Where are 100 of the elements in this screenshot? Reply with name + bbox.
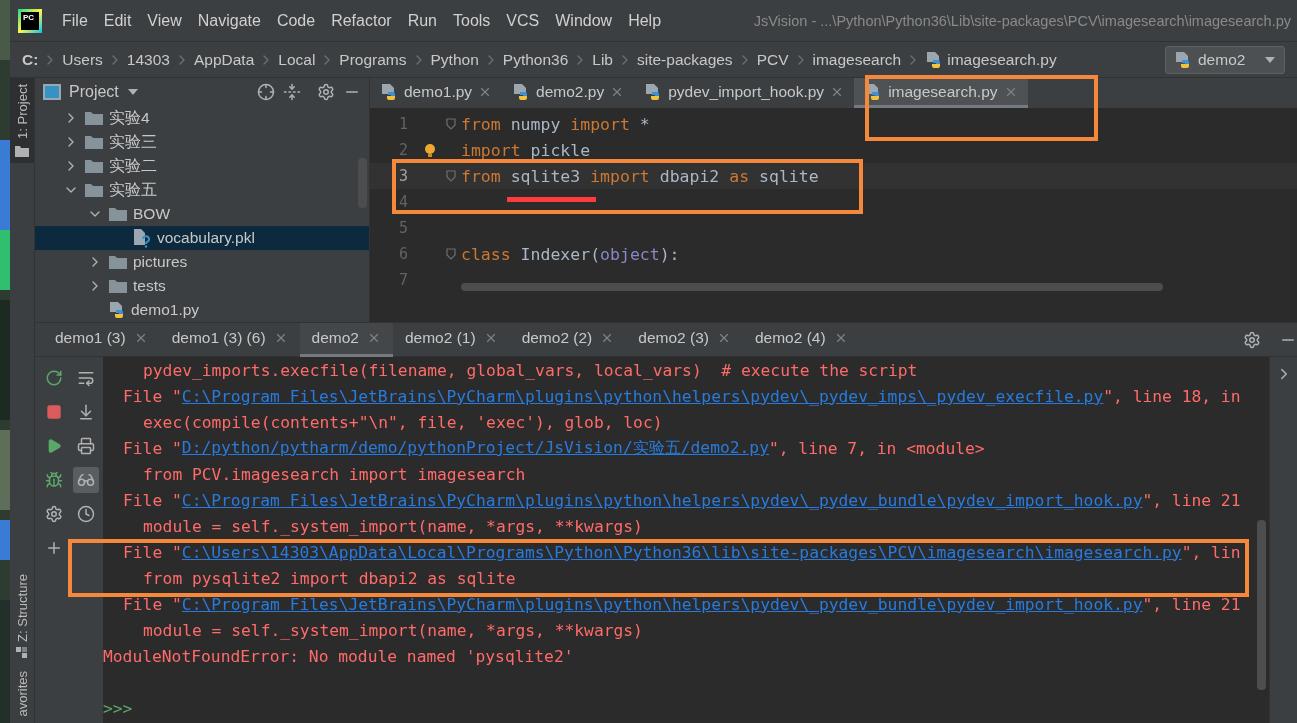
line-number: 1 (397, 115, 408, 133)
tool-window-tab[interactable]: avorites (10, 665, 34, 723)
menu-item[interactable]: Window (547, 11, 621, 30)
breadcrumb-item[interactable]: Programs (339, 50, 407, 69)
console-text: ", lin (1181, 542, 1241, 562)
tree-item[interactable]: 实验二 (35, 154, 369, 178)
code-line: from numpy import * (461, 114, 650, 134)
menu-item[interactable]: Help (620, 11, 670, 30)
tree-item[interactable]: vocabulary.pkl (35, 226, 369, 250)
tree-item[interactable]: 实验五 (35, 178, 369, 202)
editor-tab[interactable]: demo2.py (502, 78, 635, 108)
run-tab[interactable]: demo2 (2) (509, 322, 627, 357)
console-text: pydev_imports.execfile(filename, global_vars, local_vars) # execute the script (143, 360, 918, 380)
console-text: ", line 21 (1142, 594, 1241, 614)
folder-icon (108, 278, 128, 294)
menu-item[interactable]: View (139, 11, 190, 30)
python-file-icon (380, 82, 398, 101)
editor-tab[interactable]: pydev_import_hook.py (634, 78, 855, 108)
locate-icon[interactable] (257, 83, 275, 101)
tool-window-tab[interactable]: Z: Structure (10, 567, 34, 666)
run-config-dropdown[interactable]: demo2 (1165, 45, 1285, 74)
plus-icon (45, 539, 63, 557)
panel-title[interactable]: Project (69, 83, 119, 101)
console-text: from PCV.imagesearch import imagesearch (143, 464, 526, 484)
console-text: ", line 21 (1142, 490, 1241, 510)
caret-icon (1264, 55, 1276, 64)
file-link[interactable]: C:\Program Files\JetBrains\PyCharm\plugins\python\helpers\pydev\_pydev_bundle\pydev_import_hook.py (181, 594, 1143, 614)
tree-item[interactable]: demo1.py (35, 298, 369, 322)
menu-item[interactable]: Refactor (323, 11, 400, 30)
breadcrumb-item[interactable]: site-packages (637, 50, 733, 69)
breadcrumb-item[interactable]: C: (22, 50, 39, 69)
breadcrumb-item[interactable]: Lib (592, 50, 613, 69)
menu-item[interactable]: Edit (95, 11, 140, 30)
breadcrumb-item[interactable]: Local (278, 50, 316, 69)
line-number: 7 (397, 271, 408, 289)
editor-tab[interactable]: demo1.py (370, 78, 503, 108)
glasses-icon (77, 471, 95, 489)
run-tab[interactable]: demo2 (4) (742, 322, 860, 357)
file-link[interactable]: C:\Program Files\JetBrains\PyCharm\plugins\python\helpers\pydev\_pydev_imps\_pydev_execfile.py (181, 386, 1104, 406)
settings-icon[interactable] (1243, 330, 1261, 349)
run-tab[interactable]: demo2 (3) (626, 322, 743, 357)
menu-item[interactable]: Run (399, 11, 445, 30)
tree-item-label: tests (133, 277, 166, 295)
line-number: 3 (397, 167, 408, 185)
glasses-button[interactable] (73, 467, 99, 493)
tree-item[interactable]: 实验4 (35, 106, 369, 130)
tree-item-label: 实验三 (109, 131, 157, 152)
console-text: ModuleNotFoundError: No module named 'pysqlite2' (103, 646, 574, 666)
python-file-icon (1174, 50, 1192, 69)
breadcrumb-item[interactable]: 14303 (126, 50, 170, 69)
breadcrumb-item[interactable]: Python36 (502, 50, 569, 69)
run-tab[interactable]: demo1 (3) (43, 322, 160, 357)
tree-item-label: 实验五 (109, 179, 157, 200)
folder-icon (108, 206, 128, 222)
folder-icon (84, 110, 104, 126)
breadcrumb-item[interactable]: imagesearch.py (947, 50, 1057, 69)
breadcrumb-item[interactable]: imagesearch (812, 50, 902, 69)
soft-wrap-icon (77, 369, 95, 387)
editor-tab[interactable]: imagesearch.py (854, 78, 1028, 108)
code-line: import pickle (461, 140, 591, 160)
run-tab[interactable]: demo1 (3) (6) (159, 322, 300, 357)
line-number: 6 (397, 245, 408, 263)
breadcrumb-item[interactable]: Users (62, 50, 103, 69)
file-link[interactable]: C:\Program Files\JetBrains\PyCharm\plugins\python\helpers\pydev\_pydev_bundle\pydev_import_hook.py (181, 490, 1143, 510)
menu-item[interactable]: VCS (498, 11, 548, 30)
tree-item-label: pictures (133, 253, 188, 271)
tree-item-label: 实验4 (109, 107, 150, 128)
console-prompt: >>> (103, 698, 133, 718)
collapse-all-icon[interactable] (283, 83, 301, 101)
play-icon (46, 438, 62, 454)
tree-item-label: demo1.py (131, 301, 200, 319)
tree-item-label: BOW (133, 205, 171, 223)
settings-icon[interactable] (317, 83, 335, 101)
window-title: JsVision - ...\Python\Python36\Lib\site-packages\PCV\imagesearch\imagesearch.py (753, 12, 1292, 29)
tree-item[interactable]: pictures (35, 250, 369, 274)
console-text: File " (123, 386, 182, 406)
menu-item[interactable]: File (54, 11, 96, 30)
folder-icon (84, 134, 104, 150)
run-tab[interactable]: demo2 (1) (392, 322, 510, 357)
menu-item[interactable]: Code (268, 11, 324, 30)
tree-item[interactable]: 实验三 (35, 130, 369, 154)
breadcrumb-item[interactable]: AppData (193, 50, 255, 69)
breadcrumb-item[interactable]: Python (430, 50, 479, 69)
line-number: 2 (397, 141, 408, 159)
app-logo: PC (18, 8, 42, 33)
breadcrumb-item[interactable]: PCV (756, 50, 789, 69)
menu-item[interactable]: Navigate (189, 11, 269, 30)
project-view-icon (43, 84, 61, 100)
file-link[interactable]: C:\Users\14303\AppData\Local\Programs\Python\Python36\lib\site-packages\PCV\imagesearch\imagesearch.py (181, 542, 1182, 562)
unknown-file-icon (132, 228, 152, 248)
code-line: class Indexer(object): (461, 244, 680, 264)
menu-item[interactable]: Tools (445, 11, 499, 30)
caret-icon (126, 88, 139, 96)
tool-window-tab[interactable]: 1: Project (10, 78, 34, 163)
tree-item[interactable]: tests (35, 274, 369, 298)
console-text: File " (123, 542, 182, 562)
tree-item[interactable]: BOW (35, 202, 369, 226)
console-text: module = self._system_import(name, *args, **kwargs) (143, 620, 643, 640)
file-link[interactable]: D:/python/pytharm/demo/pythonProject/JsVision/实验五/demo2.py (181, 437, 769, 459)
run-tab[interactable]: demo2 (299, 322, 393, 357)
